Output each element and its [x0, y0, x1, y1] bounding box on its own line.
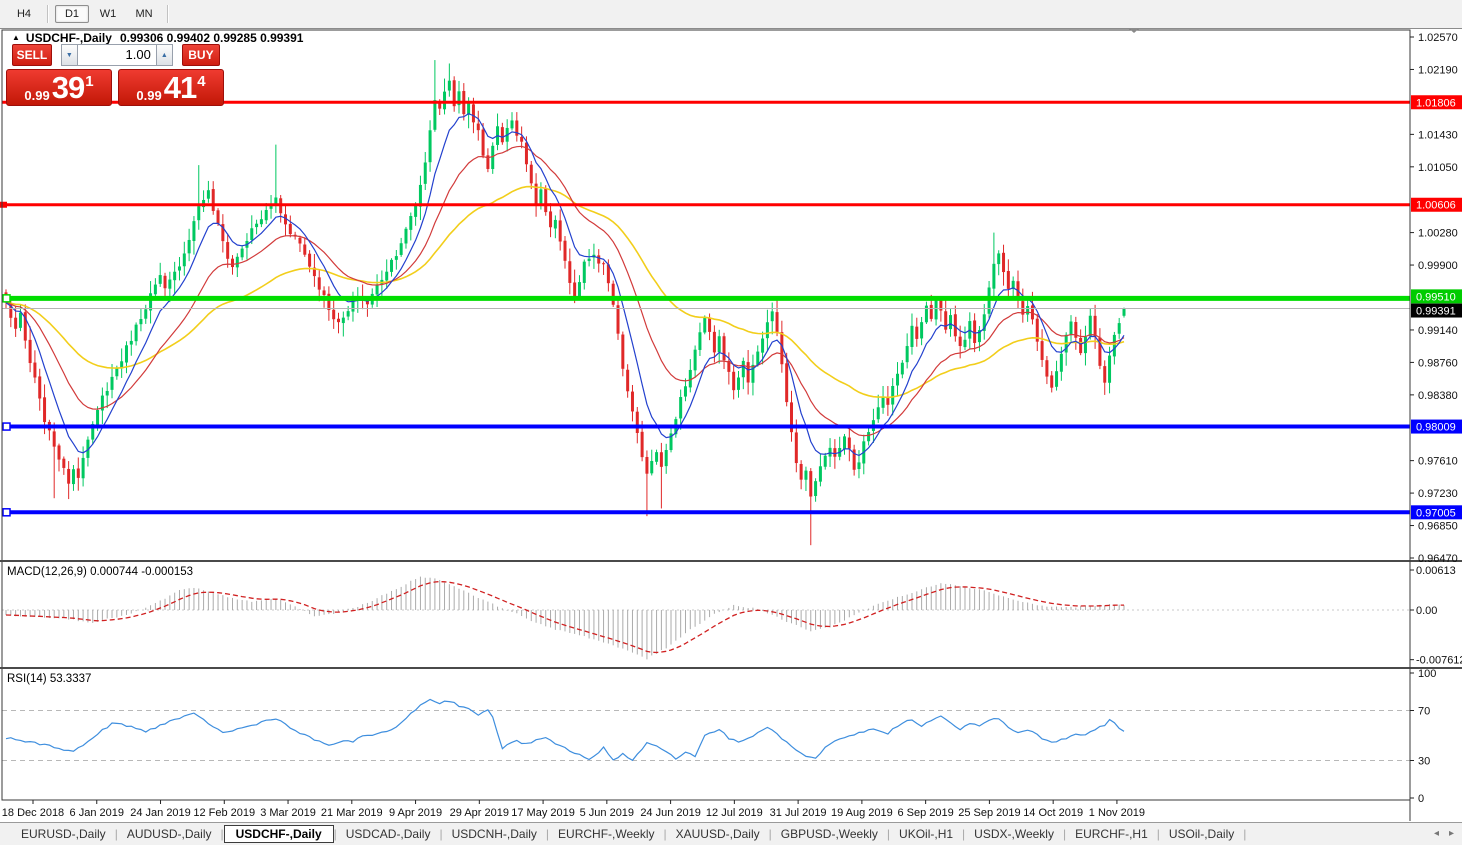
tab-separator: | [1243, 827, 1247, 841]
symbol-tab-ukoil-h1[interactable]: UKOil-,H1 [890, 826, 962, 842]
svg-text:1.00606: 1.00606 [1416, 200, 1456, 212]
svg-text:25 Sep 2019: 25 Sep 2019 [958, 807, 1020, 819]
symbol-tab-usdcad-daily[interactable]: USDCAD-,Daily [337, 826, 440, 842]
sell-price-pipette: 1 [85, 73, 94, 90]
svg-text:0.99140: 0.99140 [1418, 325, 1458, 337]
sell-price-box[interactable]: 0.99 39 1 [6, 69, 112, 106]
svg-text:17 May 2019: 17 May 2019 [511, 807, 575, 819]
buy-price-box[interactable]: 0.99 41 4 [118, 69, 224, 106]
svg-text:30: 30 [1418, 756, 1430, 768]
hline-handle[interactable] [0, 201, 7, 208]
svg-text:6 Sep 2019: 6 Sep 2019 [897, 807, 953, 819]
svg-text:1.01430: 1.01430 [1418, 129, 1458, 141]
symbol-tab-audusd-daily[interactable]: AUDUSD-,Daily [118, 826, 221, 842]
svg-text:24 Jun 2019: 24 Jun 2019 [640, 807, 701, 819]
svg-text:3 Mar 2019: 3 Mar 2019 [260, 807, 316, 819]
timeframe-button-h4[interactable]: H4 [7, 5, 41, 23]
sell-button[interactable]: SELL [12, 44, 52, 66]
svg-text:18 Dec 2018: 18 Dec 2018 [2, 807, 64, 819]
hline-handle[interactable] [2, 508, 11, 517]
svg-text:0.99391: 0.99391 [1416, 306, 1456, 318]
chart-ohlc-values: 0.99306 0.99402 0.99285 0.99391 [119, 31, 304, 45]
svg-text:29 Apr 2019: 29 Apr 2019 [450, 807, 509, 819]
timeframe-button-mn[interactable]: MN [127, 5, 161, 23]
chart-symbol-label: USDCHF-,Daily [25, 31, 112, 45]
svg-text:1 Nov 2019: 1 Nov 2019 [1089, 807, 1145, 819]
one-click-trade-panel: SELL ▼ 1.00 ▲ BUY 0.99 39 1 0.99 41 4 [6, 44, 224, 106]
svg-text:0.99510: 0.99510 [1416, 291, 1456, 303]
svg-text:1.01050: 1.01050 [1418, 162, 1458, 174]
svg-text:100: 100 [1418, 668, 1436, 680]
toolbar-separator [47, 5, 49, 23]
symbol-tab-xauusd-daily[interactable]: XAUUSD-,Daily [667, 826, 769, 842]
svg-text:6 Jan 2019: 6 Jan 2019 [70, 807, 124, 819]
svg-text:1.02570: 1.02570 [1418, 32, 1458, 44]
svg-text:0.97610: 0.97610 [1418, 456, 1458, 468]
svg-text:0.97005: 0.97005 [1416, 507, 1456, 519]
svg-text:0.98009: 0.98009 [1416, 422, 1456, 434]
sell-price-big: 39 [51, 70, 85, 105]
svg-text:21 Mar 2019: 21 Mar 2019 [321, 807, 383, 819]
svg-text:0.00: 0.00 [1416, 605, 1437, 617]
svg-text:19 Aug 2019: 19 Aug 2019 [831, 807, 893, 819]
svg-text:24 Jan 2019: 24 Jan 2019 [130, 807, 191, 819]
svg-text:5 Jun 2019: 5 Jun 2019 [580, 807, 634, 819]
symbol-tab-gbpusd-weekly[interactable]: GBPUSD-,Weekly [772, 826, 887, 842]
tabs-scroll-left-icon[interactable]: ◂ [1434, 828, 1439, 839]
sell-price-small: 0.99 [24, 88, 50, 103]
volume-increase-button[interactable]: ▲ [155, 44, 173, 66]
trading-platform-window: 1.02570 1.02190 1.01430 1.01050 1.00280 0.999… [0, 0, 1462, 845]
hline-handle[interactable] [2, 294, 11, 303]
svg-text:0.99900: 0.99900 [1418, 260, 1458, 272]
symbol-tab-usoil-daily[interactable]: USOil-,Daily [1160, 826, 1243, 842]
symbol-tabbar: EURUSD-,Daily | AUDUSD-,Daily | USDCHF-,Dail… [0, 822, 1462, 845]
buy-price-big: 41 [163, 70, 197, 105]
svg-text:0.96470: 0.96470 [1418, 553, 1458, 565]
timeframe-toolbar: H4 D1 W1 MN [0, 0, 1462, 29]
svg-text:-0.007612: -0.007612 [1416, 655, 1462, 667]
svg-text:0.98760: 0.98760 [1418, 357, 1458, 369]
hline-handle[interactable] [2, 422, 11, 431]
svg-text:0: 0 [1418, 793, 1424, 805]
buy-button[interactable]: BUY [181, 44, 220, 66]
svg-text:0.96850: 0.96850 [1418, 521, 1458, 533]
svg-text:0.97230: 0.97230 [1418, 488, 1458, 500]
volume-decrease-button[interactable]: ▼ [60, 44, 78, 66]
macd-indicator-label: MACD(12,26,9) 0.000744 -0.000153 [7, 566, 194, 578]
symbol-tab-eurusd-daily[interactable]: EURUSD-,Daily [12, 826, 115, 842]
rsi-indicator-label: RSI(14) 53.3337 [7, 673, 92, 685]
svg-text:31 Jul 2019: 31 Jul 2019 [770, 807, 827, 819]
toolbar-separator [167, 5, 169, 23]
buy-price-small: 0.99 [136, 88, 162, 103]
svg-text:1.00280: 1.00280 [1418, 228, 1458, 240]
symbol-tab-usdchf-daily[interactable]: USDCHF-,Daily [223, 825, 334, 843]
volume-input[interactable]: 1.00 [77, 44, 156, 66]
svg-text:1.02190: 1.02190 [1418, 64, 1458, 76]
svg-text:12 Feb 2019: 12 Feb 2019 [193, 807, 255, 819]
chart-title: ▲ USDCHF-,Daily 0.99306 0.99402 0.99285 … [12, 31, 303, 45]
chart-canvas[interactable]: 1.025701.021901.014301.010501.002800.999… [0, 0, 1462, 845]
tabs-scroll-right-icon[interactable]: ▸ [1449, 828, 1454, 839]
svg-text:0.00613: 0.00613 [1416, 565, 1456, 577]
symbol-tab-eurchf-h1[interactable]: EURCHF-,H1 [1066, 826, 1157, 842]
svg-text:12 Jul 2019: 12 Jul 2019 [706, 807, 763, 819]
timeframe-button-w1[interactable]: W1 [91, 5, 125, 23]
chart-dropdown-icon[interactable]: ▲ [12, 33, 20, 42]
svg-text:14 Oct 2019: 14 Oct 2019 [1023, 807, 1083, 819]
svg-text:1.01806: 1.01806 [1416, 97, 1456, 109]
timeframe-button-d1[interactable]: D1 [55, 5, 89, 23]
buy-price-pipette: 4 [197, 73, 206, 90]
svg-text:9 Apr 2019: 9 Apr 2019 [389, 807, 442, 819]
symbol-tab-usdx-weekly[interactable]: USDX-,Weekly [965, 826, 1063, 842]
symbol-tab-eurchf-weekly[interactable]: EURCHF-,Weekly [549, 826, 663, 842]
svg-text:0.98380: 0.98380 [1418, 390, 1458, 402]
svg-text:70: 70 [1418, 706, 1430, 718]
symbol-tab-usdcnh-daily[interactable]: USDCNH-,Daily [443, 826, 546, 842]
